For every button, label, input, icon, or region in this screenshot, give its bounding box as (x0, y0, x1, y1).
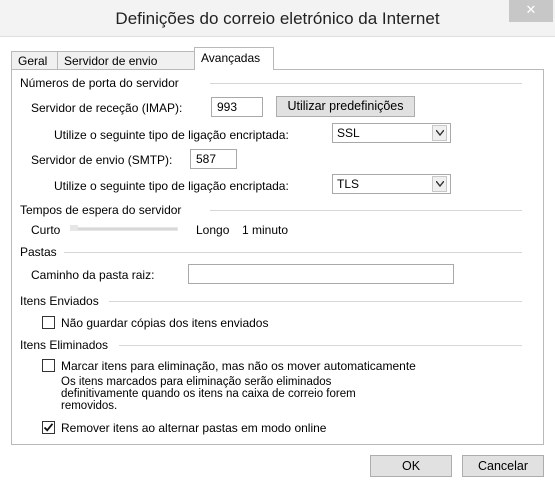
deleted-items-group-divider (119, 345, 522, 346)
chevron-down-icon (432, 176, 447, 192)
deletion-info-line-1: Os itens marcados para eliminação serão … (61, 376, 332, 388)
incoming-encryption-label: Utilize o seguinte tipo de ligação encri… (54, 128, 289, 142)
close-button[interactable]: ✕ (509, 0, 553, 22)
timeout-long-label: Longo (196, 223, 230, 237)
title-bar: Definições do correio eletrónico da Inte… (0, 0, 555, 37)
timeout-slider-thumb[interactable] (70, 225, 78, 230)
purge-on-switch-label[interactable]: Remover itens ao alternar pastas em modo… (61, 421, 326, 435)
timeout-slider[interactable] (70, 227, 178, 231)
mark-for-deletion-label[interactable]: Marcar itens para eliminação, mas não os… (61, 359, 416, 373)
folders-group-label: Pastas (20, 245, 57, 259)
ports-group-label: Números de porta do servidor (20, 76, 179, 90)
incoming-port-field[interactable]: 993 (211, 97, 263, 117)
window-title: Definições do correio eletrónico da Inte… (115, 9, 440, 28)
checkmark-icon (43, 423, 54, 432)
outgoing-encryption-select[interactable]: TLS (332, 174, 451, 194)
outgoing-encryption-label: Utilize o seguinte tipo de ligação encri… (54, 179, 289, 193)
ok-button[interactable]: OK (370, 455, 452, 477)
tab-servidor-de-envio[interactable]: Servidor de envio (57, 51, 195, 69)
dont-save-label[interactable]: Não guardar cópias dos itens enviados (61, 316, 268, 330)
incoming-encryption-value: SSL (337, 126, 360, 140)
sent-items-group-divider (109, 301, 522, 302)
use-defaults-button[interactable]: Utilizar predefinições (276, 96, 415, 117)
cancel-button[interactable]: Cancelar (462, 455, 544, 477)
deleted-items-group-label: Itens Eliminados (20, 338, 109, 352)
purge-on-switch-checkbox[interactable] (42, 421, 55, 434)
chevron-down-icon (432, 125, 447, 141)
dont-save-checkbox[interactable] (42, 316, 55, 329)
timeout-short-label: Curto (31, 223, 61, 237)
deletion-info-line-2: definitivamente quando os itens na caixa… (61, 388, 356, 400)
folders-group-divider (64, 252, 522, 253)
outgoing-port-field[interactable]: 587 (190, 149, 237, 169)
ports-group-divider (210, 83, 522, 84)
mark-for-deletion-checkbox[interactable] (42, 359, 55, 372)
tab-geral[interactable]: Geral (11, 51, 58, 69)
timeouts-group-label: Tempos de espera do servidor (20, 203, 182, 217)
outgoing-server-label: Servidor de envio (SMTP): (31, 153, 173, 167)
root-path-label: Caminho da pasta raiz: (31, 268, 155, 282)
sent-items-group-label: Itens Enviados (20, 294, 99, 308)
close-icon: ✕ (525, 3, 537, 18)
incoming-encryption-select[interactable]: SSL (332, 123, 451, 143)
tab-avancadas[interactable]: Avançadas (194, 47, 274, 70)
advanced-panel: Números de porta do servidor Servidor de… (11, 69, 544, 445)
timeout-value: 1 minuto (242, 223, 289, 237)
timeouts-group-divider (210, 210, 522, 211)
incoming-server-label: Servidor de receção (IMAP): (31, 101, 183, 115)
root-path-field[interactable] (188, 264, 454, 284)
deletion-info-line-3: removidos. (61, 400, 118, 412)
outgoing-encryption-value: TLS (337, 177, 360, 191)
